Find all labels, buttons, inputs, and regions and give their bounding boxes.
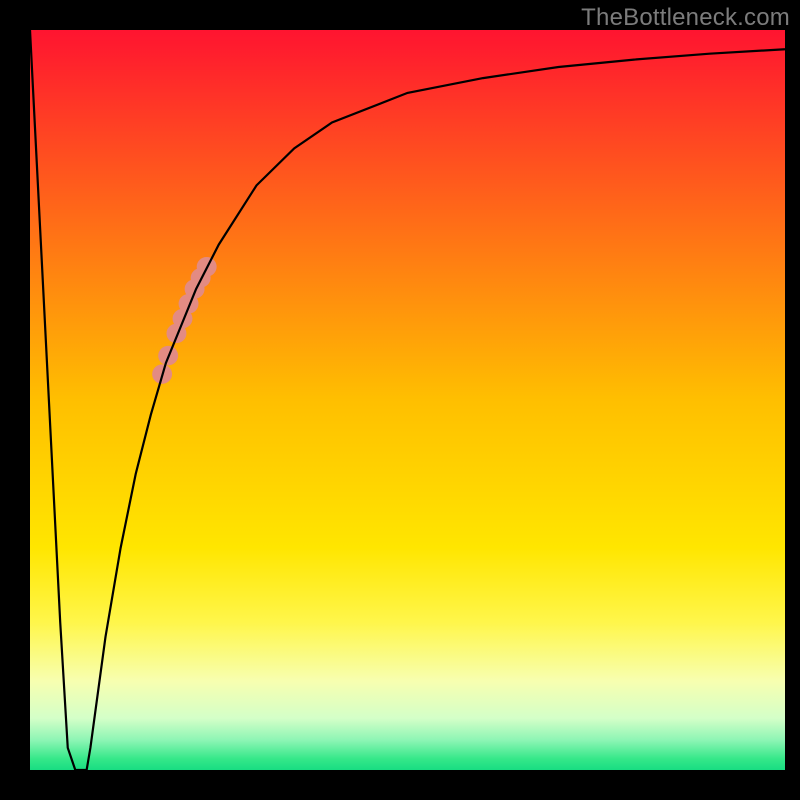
bottleneck-curve <box>30 30 785 770</box>
bottleneck-curve-svg <box>30 30 785 770</box>
watermark-text: TheBottleneck.com <box>581 4 790 32</box>
plot-area <box>30 30 785 770</box>
chart-frame: TheBottleneck.com <box>0 0 800 800</box>
